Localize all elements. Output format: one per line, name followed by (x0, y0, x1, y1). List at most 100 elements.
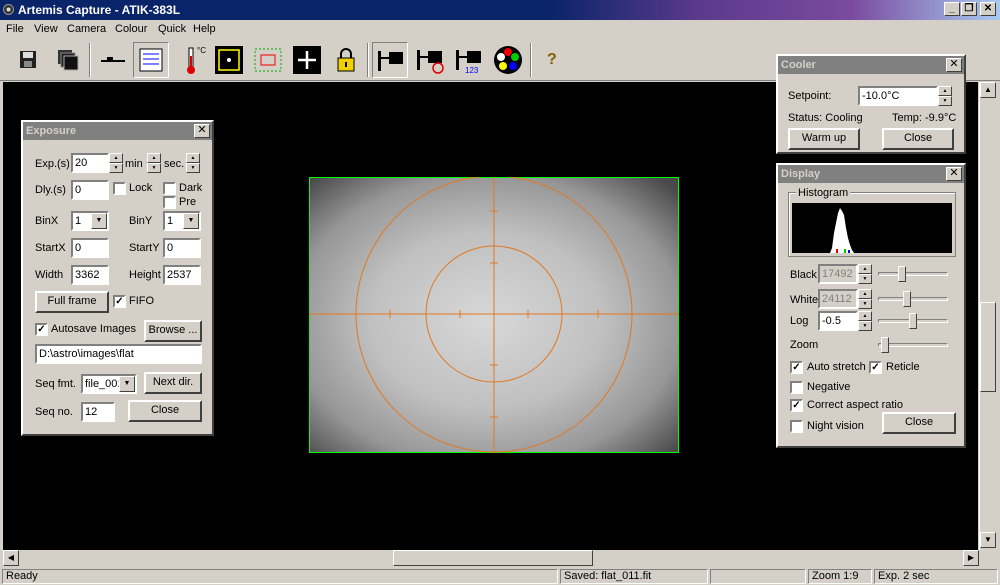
width-field[interactable]: 3362 (71, 265, 109, 285)
vertical-scroll-thumb[interactable] (980, 302, 996, 392)
menu-help[interactable]: Help (193, 23, 216, 35)
pre-checkbox[interactable] (163, 196, 176, 209)
horizontal-scroll-thumb[interactable] (393, 550, 593, 566)
startx-field[interactable]: 0 (71, 238, 109, 258)
scroll-down-arrow-icon[interactable]: ▼ (980, 532, 996, 548)
help-button[interactable]: ? (536, 42, 572, 78)
binx-dropdown-icon[interactable]: ▼ (91, 213, 107, 229)
status-empty (710, 569, 806, 584)
toolbar-separator (367, 43, 369, 77)
log-spinner[interactable]: ▲ ▼ (858, 311, 872, 331)
display-close-icon[interactable]: ✕ (946, 167, 962, 181)
toolbar-separator (89, 43, 91, 77)
reticle-button[interactable] (289, 42, 325, 78)
menu-colour[interactable]: Colour (115, 23, 147, 35)
exposure-panel: Exposure ✕ Exp.(s) 20 ▲ ▼ min ▲ ▼ sec. ▲ ▼ … (21, 120, 214, 436)
exposure-close-button[interactable]: Close (128, 400, 202, 422)
black-slider[interactable] (878, 272, 948, 276)
title-bar[interactable]: Artemis Capture - ATIK-383L _ ❐ ✕ (0, 0, 1000, 20)
white-field[interactable]: 24112 (818, 289, 858, 309)
browse-button[interactable]: Browse ... (144, 320, 202, 342)
exposure-close-icon[interactable]: ✕ (194, 124, 210, 138)
save-button[interactable] (10, 42, 46, 78)
auto-stretch-checkbox[interactable]: ✓ (790, 361, 803, 374)
setpoint-spinner[interactable]: ▲ ▼ (938, 86, 952, 106)
seqfmt-dropdown-icon[interactable]: ▼ (119, 376, 135, 392)
night-vision-label: Night vision (807, 420, 864, 432)
horizontal-scrollbar[interactable]: ◀ ▶ (3, 550, 979, 567)
biny-select[interactable]: 1 ▼ (163, 211, 201, 231)
reticle-checkbox[interactable]: ✓ (869, 361, 882, 374)
menu-camera[interactable]: Camera (67, 23, 106, 35)
negative-checkbox[interactable] (790, 381, 803, 394)
captured-image[interactable] (309, 177, 679, 453)
display-close-button[interactable]: Close (882, 412, 956, 434)
cooler-close-icon[interactable]: ✕ (946, 58, 962, 72)
seqfmt-label: Seq fmt. (35, 378, 76, 390)
white-slider[interactable] (878, 297, 948, 301)
log-slider-thumb[interactable] (909, 313, 917, 329)
zoom-slider-thumb[interactable] (881, 337, 889, 353)
exposure-panel-title[interactable]: Exposure (23, 122, 212, 140)
colour-filter-button[interactable] (490, 42, 526, 78)
starty-field[interactable]: 0 (163, 238, 201, 258)
sequence-button[interactable] (50, 42, 86, 78)
exp-spinner[interactable]: ▲ ▼ (109, 153, 123, 173)
biny-dropdown-icon[interactable]: ▼ (183, 213, 199, 229)
cooler-panel-title[interactable]: Cooler (778, 56, 964, 74)
setpoint-field[interactable]: -10.0°C (858, 86, 938, 106)
menu-quick[interactable]: Quick (158, 23, 186, 35)
seqno-field[interactable]: 12 (81, 402, 115, 422)
setpoint-label: Setpoint: (788, 90, 832, 102)
height-field[interactable]: 2537 (163, 265, 201, 285)
display-panel-title[interactable]: Display (778, 165, 964, 183)
autosave-path-field[interactable]: D:\astro\images\flat (35, 344, 202, 364)
white-spinner[interactable]: ▲ ▼ (858, 289, 872, 309)
full-frame-button[interactable]: Full frame (35, 291, 109, 313)
sec-spinner[interactable]: ▲ ▼ (186, 153, 200, 173)
night-vision-checkbox[interactable] (790, 420, 803, 433)
dly-field[interactable]: 0 (71, 180, 109, 200)
cooler-close-button[interactable]: Close (882, 128, 954, 150)
subframe-button[interactable] (211, 42, 247, 78)
next-dir-button[interactable]: Next dir. (144, 372, 202, 394)
save-icon (20, 51, 36, 68)
sequence-capture-button[interactable]: 123 (451, 42, 487, 78)
histogram-chart (792, 203, 952, 253)
dark-checkbox[interactable] (163, 182, 176, 195)
white-slider-thumb[interactable] (903, 291, 911, 307)
log-field[interactable]: -0.5 (818, 311, 858, 331)
help-icon: ? (547, 51, 557, 68)
scroll-right-arrow-icon[interactable]: ▶ (963, 550, 979, 566)
minimize-button[interactable]: _ (944, 2, 960, 16)
capture-button[interactable] (372, 42, 408, 78)
select-region-button[interactable] (250, 42, 286, 78)
black-slider-thumb[interactable] (898, 266, 906, 282)
scroll-up-arrow-icon[interactable]: ▲ (980, 82, 996, 98)
restore-button[interactable]: ❐ (961, 2, 977, 16)
black-field[interactable]: 17492 (818, 264, 858, 284)
warm-up-button[interactable]: Warm up (788, 128, 860, 150)
correct-aspect-checkbox[interactable]: ✓ (790, 399, 803, 412)
menu-view[interactable]: View (34, 23, 58, 35)
fifo-checkbox[interactable]: ✓ (113, 295, 126, 308)
min-spinner[interactable]: ▲ ▼ (147, 153, 161, 173)
temperature-button[interactable]: °C (174, 42, 210, 78)
close-window-button[interactable]: ✕ (980, 2, 996, 16)
scroll-left-arrow-icon[interactable]: ◀ (3, 550, 19, 566)
autosave-checkbox[interactable]: ✓ (35, 323, 48, 336)
binx-select[interactable]: 1 ▼ (71, 211, 109, 231)
seqfmt-select[interactable]: file_001 ▼ (81, 374, 137, 394)
menu-file[interactable]: File (6, 23, 24, 35)
status-bar: Ready Saved: flat_011.fit Zoom 1:9 Exp. … (0, 568, 1000, 585)
telescope-button[interactable] (95, 42, 131, 78)
continuous-capture-button[interactable] (412, 42, 448, 78)
settings-button[interactable] (133, 42, 169, 78)
lock-button[interactable] (328, 42, 364, 78)
exp-field[interactable]: 20 (71, 153, 109, 173)
sequence-icon (58, 50, 79, 71)
lock-checkbox[interactable] (113, 182, 126, 195)
min-label: min (125, 158, 143, 170)
black-spinner[interactable]: ▲ ▼ (858, 264, 872, 284)
vertical-scrollbar[interactable]: ▲ ▼ (979, 82, 997, 550)
